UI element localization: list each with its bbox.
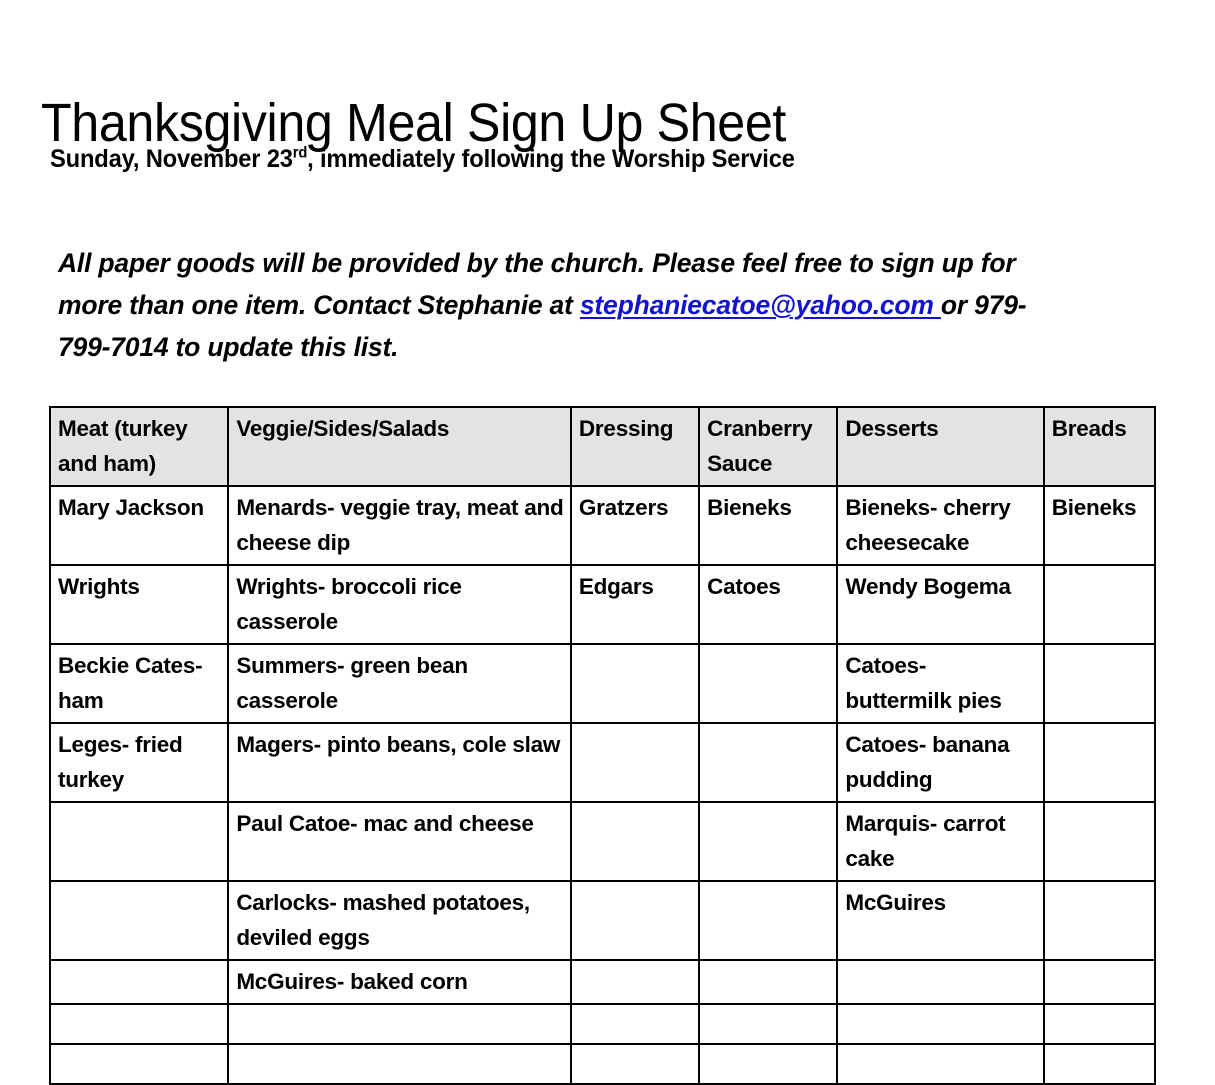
cell-veggie[interactable]: Carlocks- mashed potatoes, deviled eggs	[227, 880, 572, 961]
cell-breads[interactable]	[1042, 564, 1157, 645]
cell-veggie[interactable]: Wrights- broccoli rice casserole	[227, 564, 572, 645]
cell-breads[interactable]: Bieneks	[1042, 485, 1157, 566]
cell-dressing[interactable]: Edgars	[569, 564, 701, 645]
cell-breads[interactable]	[1042, 1043, 1157, 1085]
table-row: Leges- fried turkey Magers- pinto beans,…	[48, 722, 1157, 803]
cell-cranberry[interactable]	[698, 1043, 839, 1085]
cell-meat[interactable]	[48, 959, 230, 1005]
cell-cranberry[interactable]	[698, 880, 839, 961]
table-row: Paul Catoe- mac and cheese Marquis- carr…	[48, 801, 1157, 882]
cell-cranberry[interactable]	[698, 801, 839, 882]
cell-cranberry[interactable]	[698, 722, 839, 803]
cell-dressing[interactable]	[569, 1043, 701, 1085]
cell-veggie[interactable]	[227, 1043, 572, 1085]
table-row: Beckie Cates- ham Summers- green bean ca…	[48, 643, 1157, 724]
subtitle-date-prefix: Sunday, November 23	[50, 145, 293, 173]
subtitle-date-suffix: , immediately following the Worship Serv…	[307, 145, 795, 173]
signup-table: Meat (turkey and ham) Veggie/Sides/Salad…	[48, 406, 1157, 1085]
table-row: Mary Jackson Menards- veggie tray, meat …	[48, 485, 1157, 566]
intro-paragraph: All paper goods will be provided by the …	[58, 242, 1038, 368]
cell-breads[interactable]	[1042, 959, 1157, 1005]
cell-desserts[interactable]: McGuires	[836, 880, 1045, 961]
column-header-meat: Meat (turkey and ham)	[48, 406, 230, 487]
cell-meat[interactable]: Wrights	[48, 564, 230, 645]
column-header-dressing: Dressing	[569, 406, 701, 487]
cell-veggie[interactable]: Magers- pinto beans, cole slaw	[227, 722, 572, 803]
table-row: Carlocks- mashed potatoes, deviled eggs …	[48, 880, 1157, 961]
table-row: McGuires- baked corn	[48, 959, 1157, 1005]
cell-dressing[interactable]	[569, 801, 701, 882]
cell-dressing[interactable]: Gratzers	[569, 485, 701, 566]
table-row	[48, 1043, 1157, 1085]
column-header-veggie: Veggie/Sides/Salads	[227, 406, 572, 487]
cell-veggie[interactable]: McGuires- baked corn	[227, 959, 572, 1005]
cell-cranberry[interactable]: Catoes	[698, 564, 839, 645]
cell-dressing[interactable]	[569, 722, 701, 803]
cell-cranberry[interactable]: Bieneks	[698, 485, 839, 566]
cell-desserts[interactable]: Bieneks- cherry cheesecake	[836, 485, 1045, 566]
cell-veggie[interactable]: Paul Catoe- mac and cheese	[227, 801, 572, 882]
cell-veggie[interactable]: Menards- veggie tray, meat and cheese di…	[227, 485, 572, 566]
cell-desserts[interactable]: Wendy Bogema	[836, 564, 1045, 645]
cell-desserts[interactable]: Catoes- buttermilk pies	[836, 643, 1045, 724]
cell-breads[interactable]	[1042, 880, 1157, 961]
cell-breads[interactable]	[1042, 801, 1157, 882]
cell-desserts[interactable]	[836, 959, 1045, 1005]
cell-desserts[interactable]	[836, 1003, 1045, 1045]
cell-cranberry[interactable]	[698, 959, 839, 1005]
cell-veggie[interactable]: Summers- green bean casserole	[227, 643, 572, 724]
cell-dressing[interactable]	[569, 959, 701, 1005]
cell-meat[interactable]	[48, 1003, 230, 1045]
cell-meat[interactable]	[48, 1043, 230, 1085]
subtitle-ordinal-suffix: rd	[292, 144, 308, 162]
column-header-desserts: Desserts	[836, 406, 1045, 487]
cell-breads[interactable]	[1042, 643, 1157, 724]
table-row: Wrights Wrights- broccoli rice casserole…	[48, 564, 1157, 645]
cell-meat[interactable]	[48, 801, 230, 882]
table-row	[48, 1003, 1157, 1045]
cell-desserts[interactable]	[836, 1043, 1045, 1085]
cell-dressing[interactable]	[569, 1003, 701, 1045]
cell-dressing[interactable]	[569, 643, 701, 724]
cell-meat[interactable]	[48, 880, 230, 961]
event-subtitle: Sunday, November 23rd, immediately follo…	[50, 144, 795, 174]
cell-breads[interactable]	[1042, 722, 1157, 803]
cell-veggie[interactable]	[227, 1003, 572, 1045]
cell-desserts[interactable]: Marquis- carrot cake	[836, 801, 1045, 882]
column-header-breads: Breads	[1042, 406, 1157, 487]
signup-sheet-page: Thanksgiving Meal Sign Up Sheet Sunday, …	[0, 0, 1215, 1085]
cell-cranberry[interactable]	[698, 1003, 839, 1045]
cell-meat[interactable]: Leges- fried turkey	[48, 722, 230, 803]
cell-dressing[interactable]	[569, 880, 701, 961]
table-header-row: Meat (turkey and ham) Veggie/Sides/Salad…	[48, 406, 1157, 487]
contact-email-link[interactable]: stephaniecatoe@yahoo.com	[580, 290, 941, 320]
cell-desserts[interactable]: Catoes- banana pudding	[836, 722, 1045, 803]
cell-cranberry[interactable]	[698, 643, 839, 724]
cell-meat[interactable]: Beckie Cates- ham	[48, 643, 230, 724]
cell-breads[interactable]	[1042, 1003, 1157, 1045]
cell-meat[interactable]: Mary Jackson	[48, 485, 230, 566]
column-header-cranberry: Cranberry Sauce	[698, 406, 839, 487]
